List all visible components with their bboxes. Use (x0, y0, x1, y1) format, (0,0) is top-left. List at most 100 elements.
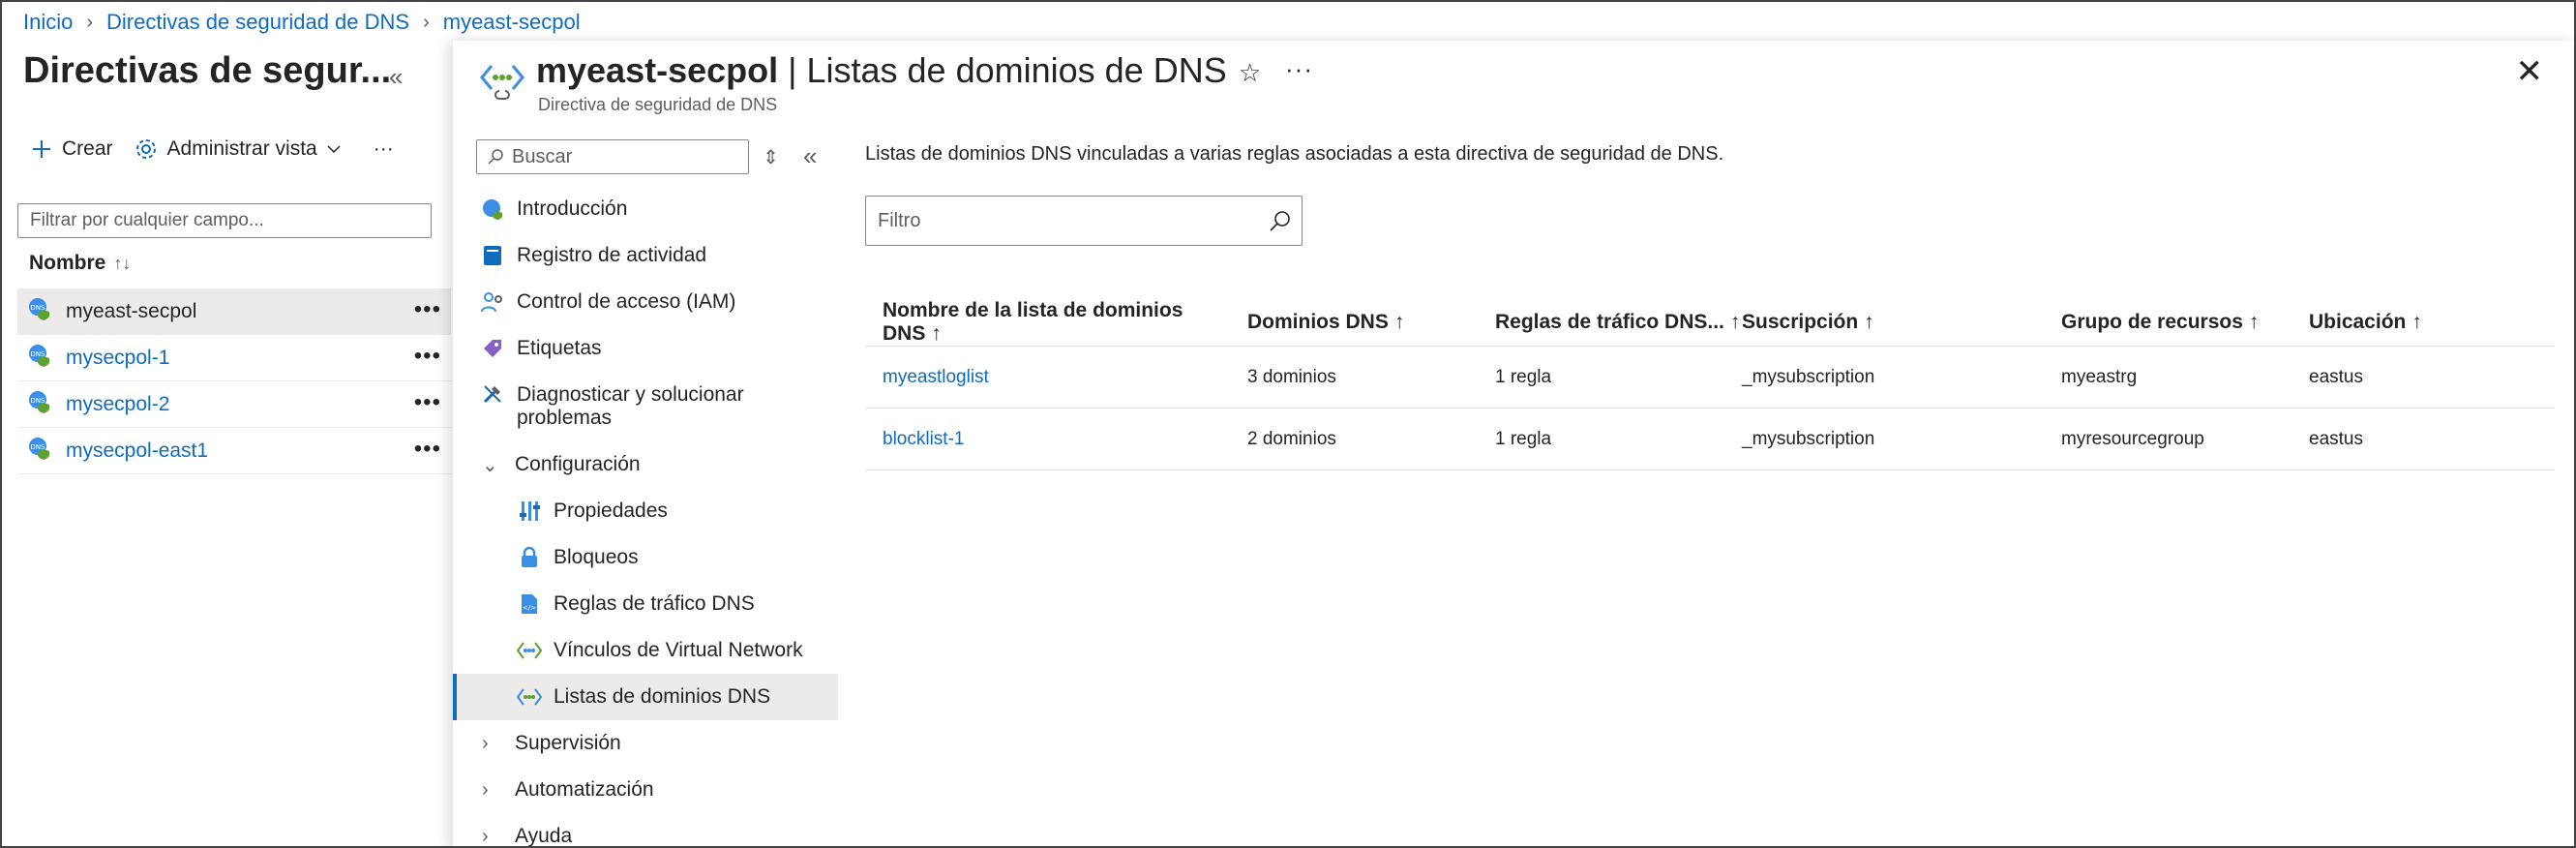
lock-icon (517, 545, 542, 570)
list-item-name: myeast-secpol (66, 299, 197, 322)
expand-collapse-icon[interactable]: ⇕ (763, 145, 779, 169)
row-more-icon[interactable]: ••• (414, 296, 441, 323)
column-header-location[interactable]: Ubicación ↑ (2309, 311, 2555, 334)
vnet-link-icon (517, 638, 542, 663)
filter-input[interactable]: Filtrar por cualquier campo... (17, 203, 432, 238)
rules-icon: </> (517, 591, 542, 617)
diagnose-icon (480, 381, 505, 407)
nav-group-help[interactable]: › Ayuda (453, 813, 838, 846)
create-button[interactable]: Crear (31, 137, 113, 161)
iam-icon (480, 289, 505, 315)
activity-log-icon (480, 243, 505, 268)
nav-item-label: Introducción (517, 197, 628, 220)
list-item-name: mysecpol-2 (66, 392, 170, 415)
column-header-resource-group[interactable]: Grupo de recursos ↑ (2061, 311, 2309, 334)
filter-input[interactable]: Filtro (865, 196, 1303, 246)
collapse-panel-icon[interactable]: « (389, 62, 403, 92)
name-column-header[interactable]: Nombre ↑↓ (29, 252, 131, 275)
chevron-right-icon: › (482, 732, 489, 754)
manage-view-button[interactable]: Administrar vista (135, 137, 352, 161)
domain-list-link[interactable]: blocklist-1 (865, 429, 1247, 450)
plus-icon (33, 140, 50, 158)
nav-search-placeholder: Buscar (512, 145, 573, 167)
table-cell: 1 regla (1495, 428, 1552, 449)
search-icon (1270, 211, 1290, 231)
list-item[interactable]: DNS myeast-secpol ••• (17, 288, 451, 335)
chevron-right-icon: › (482, 778, 489, 801)
nav-item-activity-log[interactable]: Registro de actividad (453, 232, 838, 279)
sort-arrow-icon: ↑ (931, 321, 942, 345)
breadcrumb-separator-icon: › (423, 11, 430, 33)
resource-name: myeast-secpol (536, 50, 779, 90)
nav-group-monitoring[interactable]: › Supervisión (453, 720, 838, 767)
table-cell: myresourcegroup (2061, 428, 2204, 449)
column-header-name[interactable]: Nombre de la lista de dominios DNS ↑ (865, 299, 1247, 346)
column-header-subscription[interactable]: Suscripción ↑ (1742, 311, 2061, 334)
row-more-icon[interactable]: ••• (414, 343, 441, 370)
resource-type-subtitle: Directiva de seguridad de DNS (538, 95, 778, 114)
page-name: Listas de dominios de DNS (806, 50, 1227, 90)
nav-item-label: Reglas de tráfico DNS (554, 592, 755, 615)
table-cell: 2 dominios (1247, 428, 1336, 449)
list-item[interactable]: DNS mysecpol-east1 ••• (17, 428, 451, 474)
svg-text:</>: </> (523, 604, 536, 612)
nav-item-dns-traffic-rules[interactable]: </> Reglas de tráfico DNS (453, 581, 838, 627)
table-cell: 1 regla (1495, 366, 1552, 387)
nav-item-properties[interactable]: Propiedades (453, 488, 838, 534)
chevron-down-icon (327, 145, 341, 154)
nav-item-overview[interactable]: Introducción (453, 186, 838, 232)
list-item[interactable]: DNS mysecpol-2 ••• (17, 381, 451, 428)
gear-icon (135, 139, 156, 159)
table-cell: myeastrg (2061, 366, 2138, 387)
nav-group-automation[interactable]: › Automatización (453, 767, 838, 813)
panel-title: Directivas de segur... (23, 50, 392, 91)
row-more-icon[interactable]: ••• (414, 436, 441, 463)
domain-list-icon (480, 60, 524, 107)
dns-policy-icon: DNS (27, 343, 52, 374)
collapse-nav-icon[interactable]: « (803, 141, 817, 171)
header-more-button[interactable]: ··· (1285, 54, 1313, 84)
nav-item-label: Automatización (515, 778, 654, 801)
nav-item-label: Supervisión (515, 732, 621, 754)
list-item-name: mysecpol-1 (66, 346, 170, 369)
sort-arrow-icon: ↑ (1864, 310, 1874, 333)
panel-toolbar: Crear Administrar vista ··· (31, 137, 415, 161)
policy-list: DNS myeast-secpol ••• DNS mysecpol-1 •••… (17, 288, 451, 474)
breadcrumb-home[interactable]: Inicio (23, 10, 73, 35)
filter-placeholder: Filtro (878, 210, 921, 231)
more-actions-button[interactable]: ··· (374, 137, 394, 161)
title-separator: | (778, 50, 807, 90)
column-header-rules[interactable]: Reglas de tráfico DNS... ↑ (1495, 311, 1742, 334)
column-header-domains[interactable]: Dominios DNS ↑ (1247, 311, 1495, 334)
nav-item-iam[interactable]: Control de acceso (IAM) (453, 279, 838, 325)
name-column-label: Nombre (29, 252, 106, 274)
breadcrumb-dns-policies[interactable]: Directivas de seguridad de DNS (106, 10, 409, 35)
create-label: Crear (62, 137, 113, 160)
nav-item-label: Bloqueos (554, 546, 639, 568)
sort-arrow-icon: ↑ (2248, 310, 2260, 333)
list-item-name: mysecpol-east1 (66, 439, 209, 462)
nav-item-label: Propiedades (554, 500, 668, 522)
nav-item-label: Control de acceso (IAM) (517, 290, 736, 313)
breadcrumb-current[interactable]: myeast-secpol (443, 10, 581, 35)
page-description: Listas de dominios DNS vinculadas a vari… (865, 143, 1724, 165)
favorite-star-icon[interactable]: ☆ (1239, 58, 1261, 88)
sort-icon[interactable]: ↑↓ (113, 254, 131, 274)
domain-list-link[interactable]: myeastloglist (865, 367, 1247, 388)
row-more-icon[interactable]: ••• (414, 389, 441, 416)
list-item[interactable]: DNS mysecpol-1 ••• (17, 335, 451, 381)
tags-icon (480, 336, 505, 361)
nav-item-tags[interactable]: Etiquetas (453, 325, 838, 372)
resource-menu: Introducción Registro de actividad Contr… (453, 186, 838, 846)
nav-item-locks[interactable]: Bloqueos (453, 534, 838, 581)
nav-item-label: Diagnosticar y solucionar problemas (517, 383, 744, 429)
close-icon[interactable]: ✕ (2516, 52, 2544, 91)
nav-group-settings[interactable]: ⌄ Configuración (453, 441, 838, 488)
column-label: Suscripción (1742, 310, 1859, 333)
nav-search-input[interactable]: Buscar (476, 139, 749, 174)
nav-item-label: Etiquetas (517, 337, 602, 359)
nav-item-label: Listas de dominios DNS (554, 685, 771, 708)
nav-item-vnet-links[interactable]: Vínculos de Virtual Network (453, 627, 838, 674)
nav-item-diagnose[interactable]: Diagnosticar y solucionar problemas (453, 372, 838, 441)
nav-item-dns-domain-lists[interactable]: Listas de dominios DNS (453, 674, 838, 720)
